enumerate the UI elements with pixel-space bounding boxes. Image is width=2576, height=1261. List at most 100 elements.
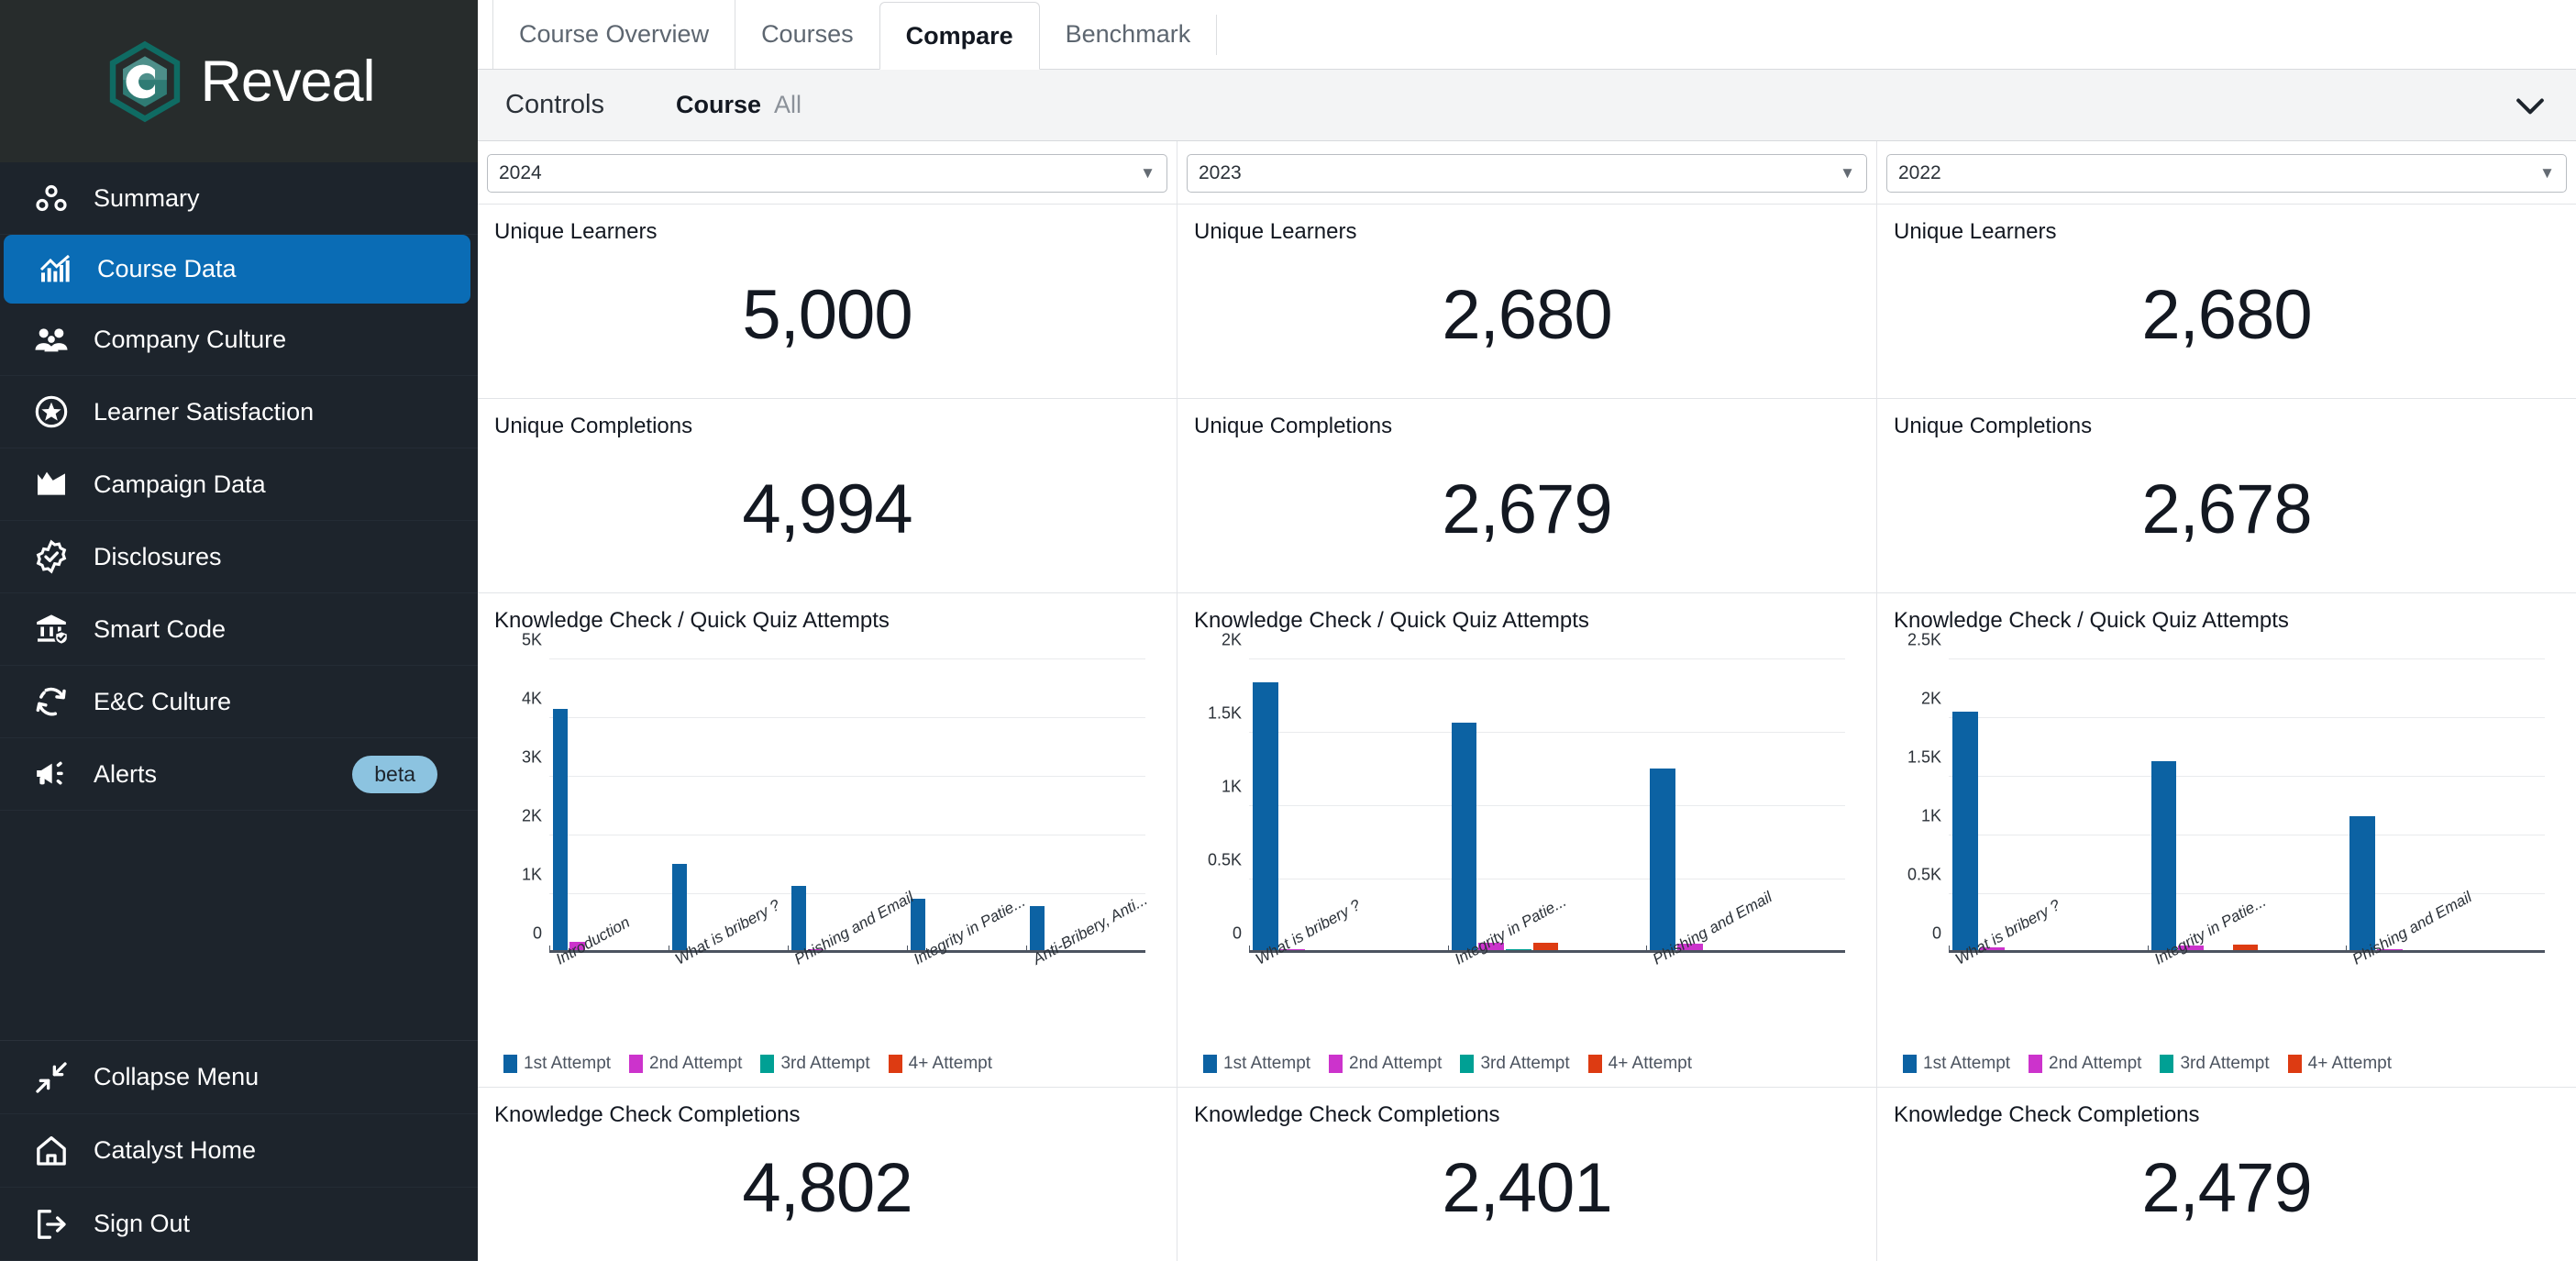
kpi-knowledge-check-completions: Knowledge Check Completions 2,401 [1177,1087,1876,1261]
tab-courses[interactable]: Courses [735,0,879,69]
chart-bar[interactable] [1650,769,1675,953]
chart-x-tickmark [788,946,789,953]
sidebar-item-disclosures[interactable]: Disclosures [0,521,478,593]
chart-bar-groups [549,659,1145,953]
chart-legend-item[interactable]: 2nd Attempt [2029,1054,2141,1074]
chart-legend-item[interactable]: 3rd Attempt [760,1054,870,1074]
chart-card-knowledge-check-attempts: Knowledge Check / Quick Quiz Attempts 0 1… [478,592,1177,1087]
chart-x-tickmark [1249,946,1250,953]
sidebar-item-label: E&C Culture [94,687,232,715]
chart-title: Knowledge Check / Quick Quiz Attempts [1194,608,1589,633]
chart-legend-item[interactable]: 1st Attempt [503,1054,611,1074]
chart-x-label-cell: Phishing and Email [1646,888,1845,1017]
course-filter[interactable]: Course All [676,91,802,119]
chart-x-label-cell: What is bribery ? [1249,896,1448,1017]
brand-name: Reveal [200,49,375,114]
chart-bar-group [549,659,669,953]
megaphone-icon [33,756,70,792]
sidebar-item-label: Learner Satisfaction [94,397,315,426]
tab-compare[interactable]: Compare [879,2,1040,70]
chart-bar[interactable] [2349,815,2375,953]
chart-title: Knowledge Check / Quick Quiz Attempts [1894,608,2289,633]
chart-legend-label: 4+ Attempt [908,1054,992,1073]
caret-down-icon: ▼ [2539,164,2555,182]
chart-legend-item[interactable]: 4+ Attempt [888,1054,992,1074]
chart-x-label-cell: What is bribery ? [669,896,788,1017]
sidebar-item-smart-code[interactable]: Smart Code [0,593,478,666]
compare-column-2023: 2023 ▼ Unique Learners 2,680 Unique Comp… [1177,141,1877,1261]
kpi-label: Unique Completions [494,414,693,438]
chart-legend-item[interactable]: 2nd Attempt [1329,1054,1442,1074]
chart-card-knowledge-check-attempts: Knowledge Check / Quick Quiz Attempts 00… [1877,592,2576,1087]
sidebar-item-course-data[interactable]: Course Data [4,235,470,304]
sidebar-item-ec-culture[interactable]: E&C Culture [0,666,478,738]
legend-swatch-icon [1587,1055,1602,1073]
legend-swatch-icon [760,1055,775,1073]
chart-legend-item[interactable]: 1st Attempt [1203,1054,1310,1074]
brand-header: Reveal [0,0,478,162]
year-select[interactable]: 2023 ▼ [1187,154,1867,193]
year-select[interactable]: 2022 ▼ [1886,154,2567,193]
chart-bar[interactable] [791,886,807,953]
sidebar-item-label: Catalyst Home [94,1136,257,1164]
chart-x-tickmark [2346,946,2348,953]
chart-legend-item[interactable]: 4+ Attempt [1587,1054,1692,1074]
legend-swatch-icon [1329,1055,1343,1073]
chart-legend-item[interactable]: 3rd Attempt [1460,1054,1570,1074]
chart-bar[interactable] [553,708,569,953]
sidebar-item-company-culture[interactable]: Company Culture [0,304,478,376]
chart-bar[interactable] [2150,761,2177,953]
tab-course-overview[interactable]: Course Overview [492,0,735,69]
chart-bar[interactable] [672,864,688,953]
sidebar-item-collapse-menu[interactable]: Collapse Menu [0,1041,478,1114]
kpi-label: Knowledge Check Completions [1894,1102,2200,1127]
kpi-unique-learners: Unique Learners 5,000 [478,204,1177,398]
kpi-label: Unique Completions [1194,414,1393,438]
year-select-wrap: 2023 ▼ [1177,141,1876,204]
chart-legend-item[interactable]: 1st Attempt [1903,1054,2010,1074]
chart-bar[interactable] [1253,681,1278,953]
kpi-unique-learners: Unique Learners 2,680 [1877,204,2576,398]
chart-bar[interactable] [1451,722,1477,953]
chart-y-tick-label: 2K [1221,630,1242,649]
chart-legend-item[interactable]: 3rd Attempt [2160,1054,2270,1074]
kpi-label: Unique Learners [494,219,658,244]
chart-area: 0 1K 2K 3K 4K 5K Introduction What is bribery ?… [502,631,1153,1048]
chart-y-tick-label: 1K [1221,777,1242,796]
chart-legend-item[interactable]: 2nd Attempt [629,1054,742,1074]
sidebar-item-sign-out[interactable]: Sign Out [0,1188,478,1261]
chart-legend: 1st Attempt 2nd Attempt 3rd Attempt 4+ Atte… [494,1048,1160,1087]
chart-legend-label: 2nd Attempt [2049,1054,2142,1073]
sidebar-item-label: Disclosures [94,542,222,570]
chart-x-tickmark [1949,946,1950,953]
chart-bar[interactable] [1952,711,1978,953]
chart-x-label-cell: Integrity in Patie... [1447,892,1647,1017]
chart-legend-item[interactable]: 4+ Attempt [2287,1054,2392,1074]
sidebar-item-alerts[interactable]: Alerts beta [0,738,478,811]
year-select[interactable]: 2024 ▼ [487,154,1167,193]
sidebar-item-learner-satisfaction[interactable]: Learner Satisfaction [0,376,478,448]
year-select-wrap: 2024 ▼ [478,141,1177,204]
kpi-unique-completions: Unique Completions 4,994 [478,398,1177,592]
kpi-knowledge-check-completions: Knowledge Check Completions 4,802 [478,1087,1177,1261]
sidebar-item-catalyst-home[interactable]: Catalyst Home [0,1114,478,1188]
chart-x-label-cell: Phishing and Email [2346,888,2545,1017]
chart-legend-label: 2nd Attempt [1349,1054,1443,1073]
chart-x-label-cell: Anti-Bribery, Anti... [1026,890,1151,1017]
reveal-hexagon-c-logo-icon [103,39,187,124]
chevron-down-icon[interactable] [2510,85,2550,126]
bar-chart-trend-icon [37,251,73,288]
caret-down-icon: ▼ [1140,164,1155,182]
legend-swatch-icon [503,1055,517,1073]
sidebar-item-summary[interactable]: Summary [0,162,478,235]
chart-x-labels: What is bribery ? Integrity in Patie... Ph… [1949,888,2545,1017]
year-select-value: 2023 [1199,162,1242,183]
chart-y-tick-label: 1K [521,865,542,884]
chart-title: Knowledge Check / Quick Quiz Attempts [494,608,890,633]
tab-benchmark[interactable]: Benchmark [1040,0,1217,69]
sidebar-item-campaign-data[interactable]: Campaign Data [0,448,478,521]
kpi-label: Unique Completions [1894,414,2093,438]
sidebar-item-label: Collapse Menu [94,1063,260,1090]
image-mountain-icon [33,466,70,503]
chart-x-labels: Introduction What is bribery ? Phishing an… [549,888,1151,1017]
